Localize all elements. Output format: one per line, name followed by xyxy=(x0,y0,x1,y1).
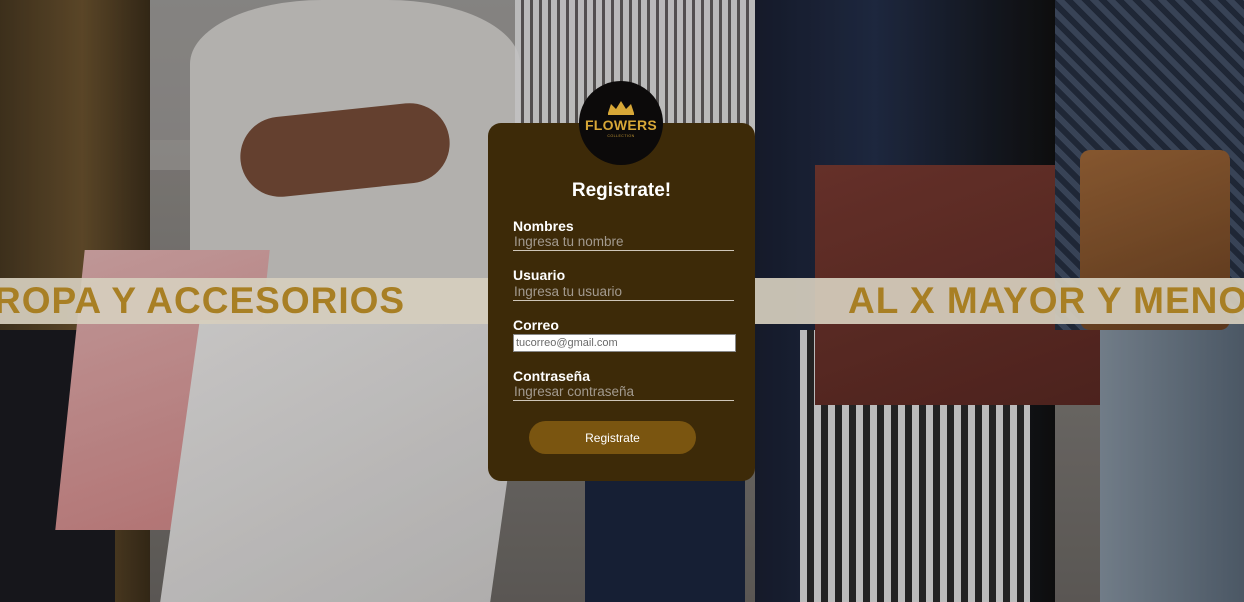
email-input[interactable] xyxy=(513,334,736,352)
logo-name: FLOWERS xyxy=(584,117,658,133)
register-button[interactable]: Registrate xyxy=(529,421,696,454)
username-label: Usuario xyxy=(513,267,566,283)
crown-icon xyxy=(608,101,634,115)
username-input[interactable] xyxy=(513,283,734,301)
form-title: Registrate! xyxy=(571,180,672,201)
banner-text-left: ROPA Y ACCESORIOS xyxy=(0,280,406,321)
name-label: Nombres xyxy=(513,218,574,234)
banner-text-right: AL X MAYOR Y MENO xyxy=(848,280,1244,321)
brand-logo: FLOWERS COLLECTION xyxy=(579,81,663,165)
name-input[interactable] xyxy=(513,233,734,251)
email-label: Correo xyxy=(513,317,559,333)
logo-subtitle: COLLECTION xyxy=(607,134,635,138)
password-input[interactable] xyxy=(513,383,734,401)
password-label: Contraseña xyxy=(513,368,591,384)
